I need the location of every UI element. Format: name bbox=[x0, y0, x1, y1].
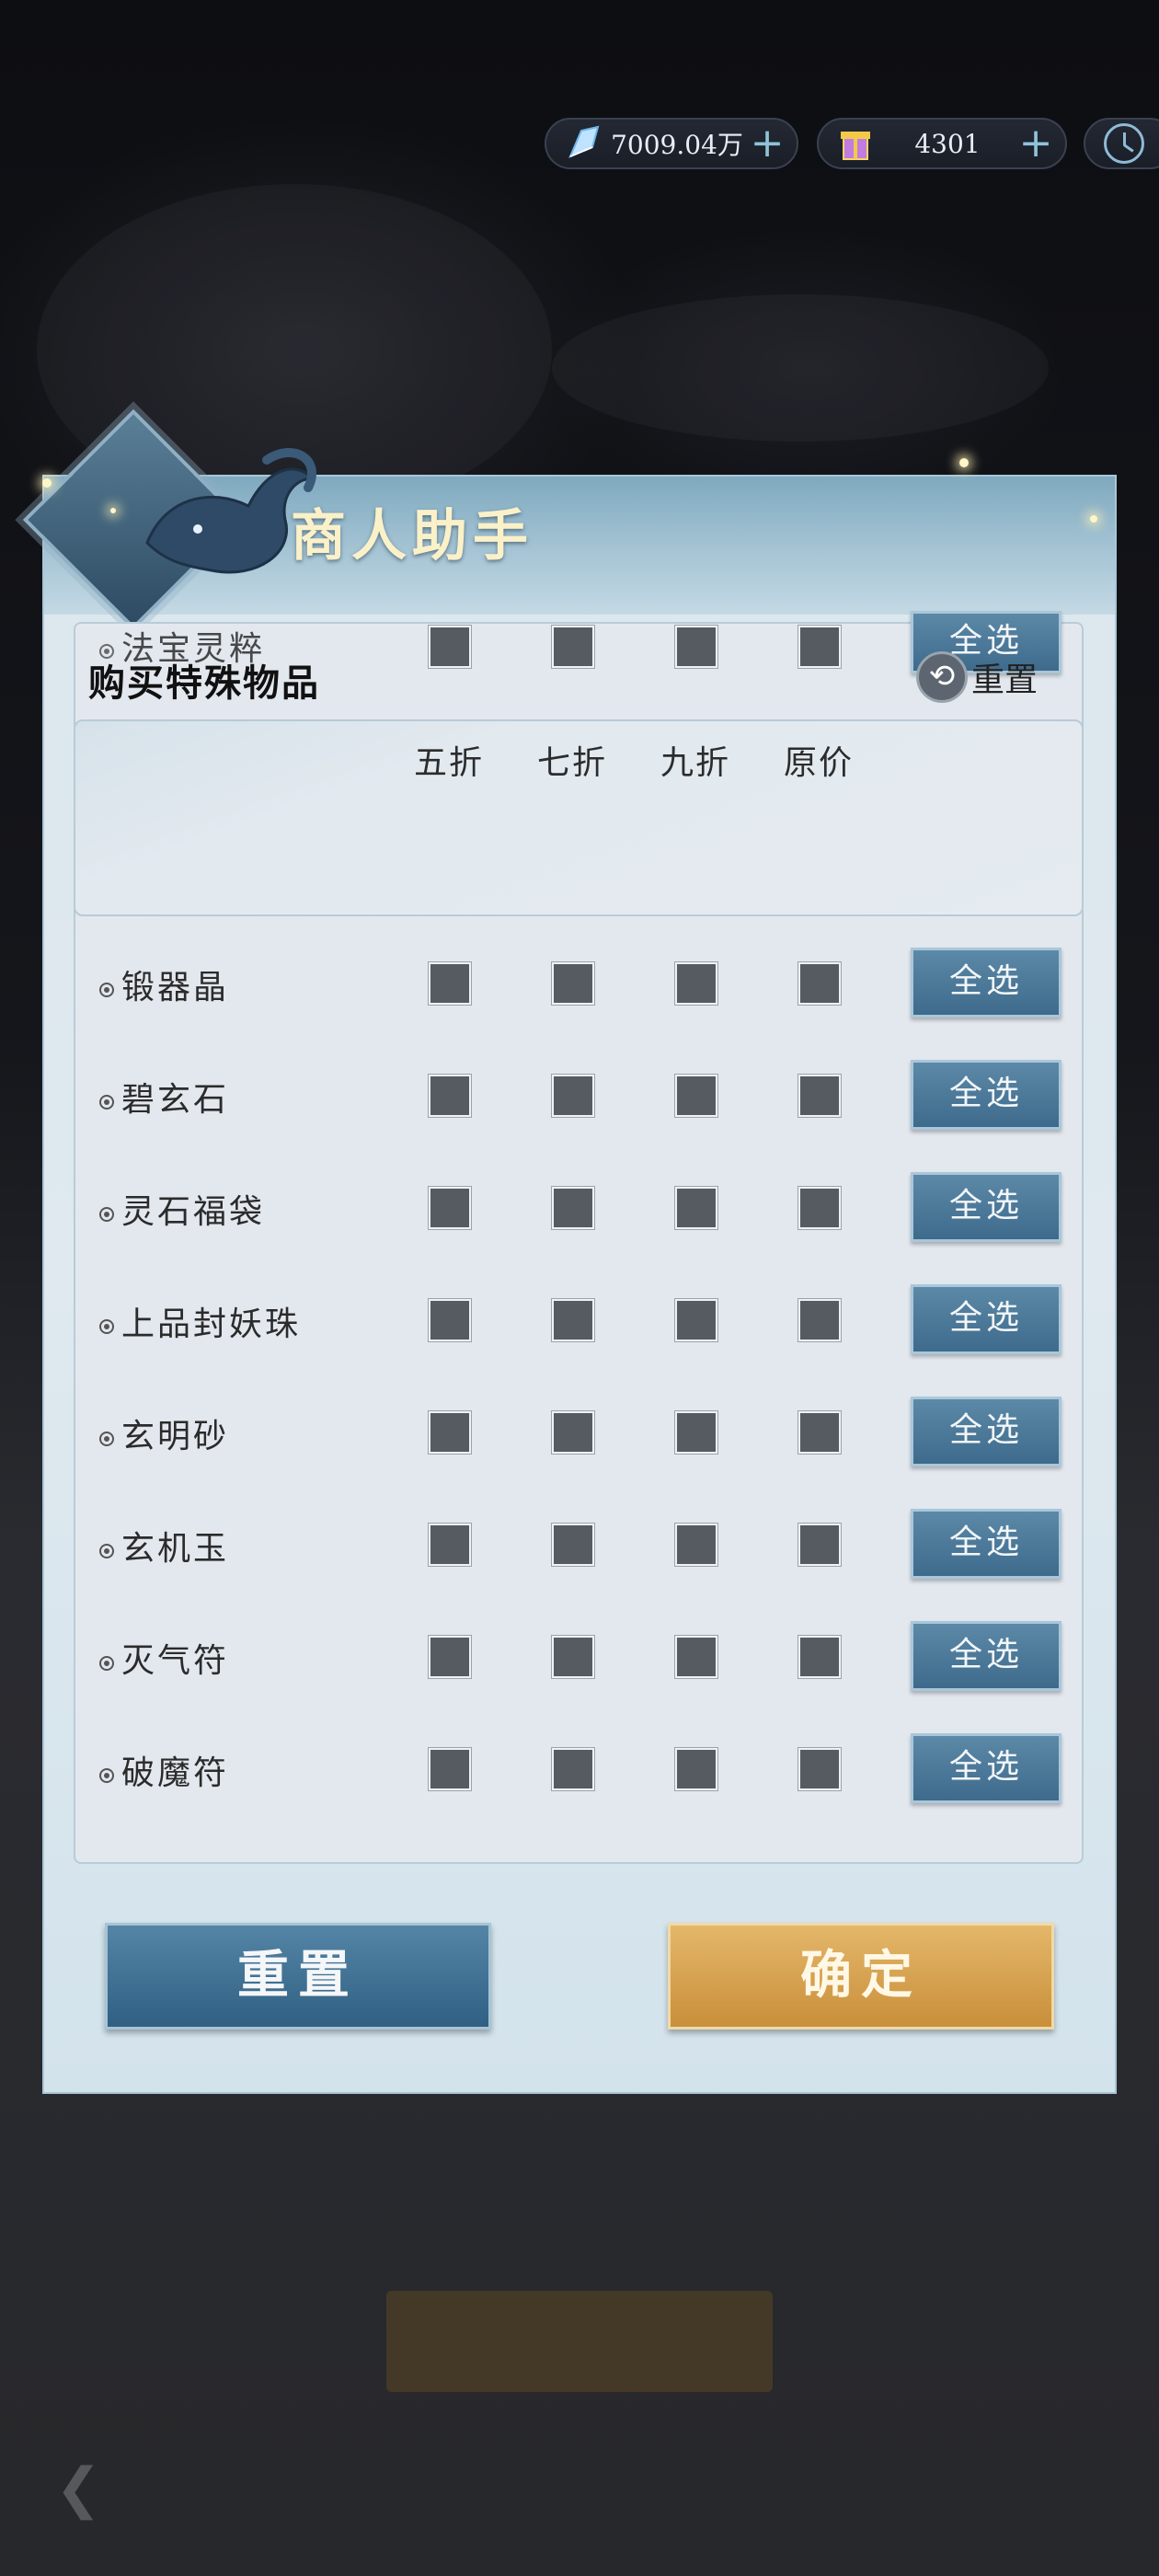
gift-value: 4301 bbox=[914, 128, 981, 159]
reset-small-button[interactable]: ⟲ 重置 bbox=[916, 651, 1038, 703]
checkbox-half-price[interactable] bbox=[429, 626, 471, 668]
checkbox-half-price[interactable] bbox=[429, 1524, 471, 1566]
select-all-button[interactable]: 全选 bbox=[911, 1509, 1061, 1579]
checkbox-70-price[interactable] bbox=[552, 1075, 594, 1117]
checkbox-half-price[interactable] bbox=[429, 962, 471, 1005]
checkbox-90-price[interactable] bbox=[675, 962, 717, 1005]
dialog-title: 商人助手 bbox=[291, 504, 534, 569]
checkbox-full-price[interactable] bbox=[798, 1748, 841, 1790]
sparkle-icon bbox=[1090, 515, 1097, 523]
checkbox-90-price[interactable] bbox=[675, 1187, 717, 1229]
refresh-icon: ⟲ bbox=[916, 651, 968, 703]
item-name: 锻器晶 bbox=[99, 960, 229, 1008]
crystal-icon bbox=[561, 121, 605, 166]
background-action-bar bbox=[386, 2291, 773, 2392]
bullet-icon bbox=[99, 1656, 114, 1671]
checkbox-full-price[interactable] bbox=[798, 962, 841, 1005]
checkbox-full-price[interactable] bbox=[798, 1411, 841, 1454]
select-all-button[interactable]: 全选 bbox=[911, 1397, 1061, 1466]
checkbox-half-price[interactable] bbox=[429, 1636, 471, 1678]
checkbox-full-price[interactable] bbox=[798, 1187, 841, 1229]
select-all-button[interactable]: 全选 bbox=[911, 948, 1061, 1018]
sparkle-icon bbox=[959, 458, 969, 467]
bullet-icon bbox=[99, 983, 114, 997]
checkbox-70-price[interactable] bbox=[552, 1748, 594, 1790]
select-all-button[interactable]: 全选 bbox=[911, 1172, 1061, 1242]
gift-icon bbox=[833, 121, 878, 166]
bullet-icon bbox=[99, 1207, 114, 1222]
checkbox-half-price[interactable] bbox=[429, 1411, 471, 1454]
checkbox-70-price[interactable] bbox=[552, 1636, 594, 1678]
checkbox-70-price[interactable] bbox=[552, 626, 594, 668]
sparkle-icon bbox=[110, 508, 116, 513]
select-all-button[interactable]: 全选 bbox=[911, 1621, 1061, 1691]
column-full-price: 原价 bbox=[784, 744, 855, 782]
bullet-icon bbox=[99, 1432, 114, 1446]
checkbox-90-price[interactable] bbox=[675, 1636, 717, 1678]
game-scene: ❮ 7009.04万 + 4301 + 商人助手 法宝灵粹 全选 购买特殊物品 … bbox=[0, 0, 1159, 2576]
select-all-button[interactable]: 全选 bbox=[911, 1060, 1061, 1130]
item-name: 灵石福袋 bbox=[99, 1185, 265, 1233]
column-90-price: 九折 bbox=[660, 744, 731, 782]
checkbox-70-price[interactable] bbox=[552, 1524, 594, 1566]
bullet-icon bbox=[99, 1768, 114, 1783]
checkbox-70-price[interactable] bbox=[552, 1411, 594, 1454]
section-title: 购买特殊物品 bbox=[88, 661, 320, 705]
sparkle-icon bbox=[42, 478, 52, 488]
bullet-icon bbox=[99, 1095, 114, 1110]
item-name: 破魔符 bbox=[99, 1746, 229, 1794]
item-name: 灭气符 bbox=[99, 1634, 229, 1682]
checkbox-90-price[interactable] bbox=[675, 1748, 717, 1790]
add-spirit-stone-button[interactable]: + bbox=[749, 123, 786, 164]
checkbox-half-price[interactable] bbox=[429, 1299, 471, 1341]
checkbox-half-price[interactable] bbox=[429, 1187, 471, 1229]
select-all-button[interactable]: 全选 bbox=[911, 1284, 1061, 1354]
checkbox-90-price[interactable] bbox=[675, 626, 717, 668]
checkbox-70-price[interactable] bbox=[552, 962, 594, 1005]
checkbox-70-price[interactable] bbox=[552, 1187, 594, 1229]
reset-button[interactable]: 重置 bbox=[105, 1923, 491, 2030]
confirm-button[interactable]: 确定 bbox=[668, 1923, 1054, 2030]
item-name: 玄明砂 bbox=[99, 1409, 229, 1457]
checkbox-90-price[interactable] bbox=[675, 1524, 717, 1566]
spirit-stone-counter: 7009.04万 + bbox=[545, 118, 798, 169]
checkbox-half-price[interactable] bbox=[429, 1748, 471, 1790]
checkbox-full-price[interactable] bbox=[798, 1524, 841, 1566]
clock-icon bbox=[1104, 123, 1144, 164]
gift-counter: 4301 + bbox=[817, 118, 1067, 169]
checkbox-90-price[interactable] bbox=[675, 1411, 717, 1454]
bullet-icon bbox=[99, 1544, 114, 1558]
checkbox-90-price[interactable] bbox=[675, 1299, 717, 1341]
column-70-price: 七折 bbox=[537, 744, 608, 782]
checkbox-full-price[interactable] bbox=[798, 1075, 841, 1117]
checkbox-half-price[interactable] bbox=[429, 1075, 471, 1117]
checkbox-full-price[interactable] bbox=[798, 1299, 841, 1341]
item-name: 碧玄石 bbox=[99, 1073, 229, 1121]
spirit-stone-value: 7009.04万 bbox=[611, 130, 743, 160]
checkbox-90-price[interactable] bbox=[675, 1075, 717, 1117]
back-arrow-icon: ❮ bbox=[55, 2456, 102, 2521]
bullet-icon bbox=[99, 1319, 114, 1334]
reset-small-label: 重置 bbox=[971, 661, 1039, 699]
checkbox-70-price[interactable] bbox=[552, 1299, 594, 1341]
select-all-button[interactable]: 全选 bbox=[911, 1733, 1061, 1803]
time-button[interactable] bbox=[1084, 118, 1159, 169]
add-gift-button[interactable]: + bbox=[1017, 123, 1054, 164]
background-banner bbox=[552, 294, 1049, 442]
checkbox-full-price[interactable] bbox=[798, 626, 841, 668]
item-name: 上品封妖珠 bbox=[99, 1297, 301, 1345]
item-name: 玄机玉 bbox=[99, 1522, 229, 1570]
column-half-price: 五折 bbox=[414, 744, 485, 782]
checkbox-full-price[interactable] bbox=[798, 1636, 841, 1678]
